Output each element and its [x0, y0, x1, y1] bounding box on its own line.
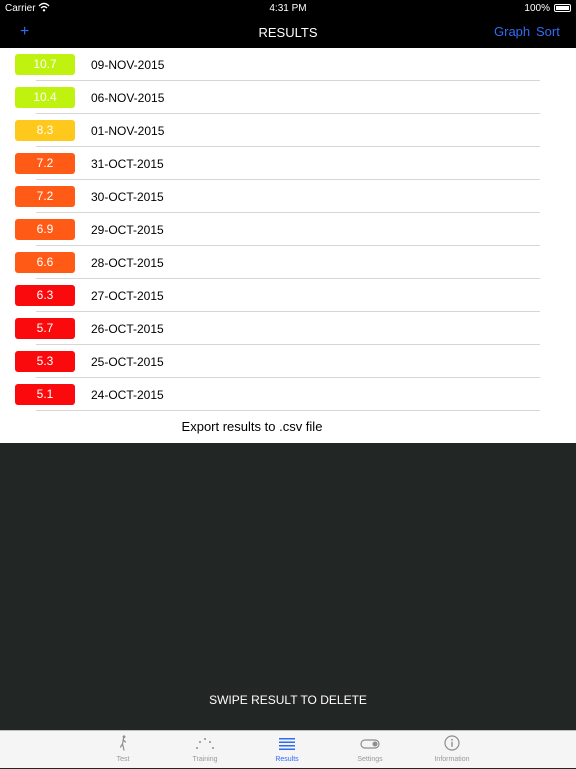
result-date: 31-OCT-2015: [91, 157, 164, 171]
graph-button[interactable]: Graph: [494, 24, 530, 39]
result-row[interactable]: 6.6 28-OCT-2015: [0, 246, 576, 279]
tab-label: Information: [434, 756, 470, 763]
tab-label: Test: [116, 756, 130, 763]
score-badge: 8.3: [15, 120, 75, 141]
battery-percent: 100%: [524, 3, 550, 14]
tab-information[interactable]: Information: [422, 731, 482, 769]
tab-results[interactable]: Results: [257, 731, 317, 769]
result-date: 24-OCT-2015: [91, 388, 164, 402]
result-row[interactable]: 5.7 26-OCT-2015: [0, 312, 576, 345]
result-date: 01-NOV-2015: [91, 124, 165, 138]
result-row[interactable]: 10.7 09-NOV-2015: [0, 48, 576, 81]
swipe-hint: SWIPE RESULT TO DELETE: [209, 693, 367, 707]
tab-test[interactable]: Test: [93, 731, 153, 769]
tab-training[interactable]: Training: [175, 731, 235, 769]
result-row[interactable]: 10.4 06-NOV-2015: [0, 81, 576, 114]
battery-icon: [554, 4, 571, 12]
result-date: 26-OCT-2015: [91, 322, 164, 336]
toggle-icon: [340, 735, 400, 751]
score-badge: 7.2: [15, 186, 75, 207]
result-date: 06-NOV-2015: [91, 91, 165, 105]
result-row[interactable]: 7.2 31-OCT-2015: [0, 147, 576, 180]
result-row[interactable]: 5.1 24-OCT-2015: [0, 378, 576, 411]
result-row[interactable]: 7.2 30-OCT-2015: [0, 180, 576, 213]
tab-bar: Test Training Results Settings Informati…: [0, 730, 576, 768]
nav-bar: + RESULTS Graph Sort: [0, 17, 576, 48]
score-badge: 10.4: [15, 87, 75, 108]
info-icon: [422, 735, 482, 751]
result-date: 09-NOV-2015: [91, 58, 165, 72]
export-csv-button[interactable]: Export results to .csv file: [0, 410, 504, 443]
dots-arc-icon: [175, 735, 235, 751]
score-badge: 6.9: [15, 219, 75, 240]
tab-label: Training: [192, 756, 218, 763]
result-row[interactable]: 5.3 25-OCT-2015: [0, 345, 576, 378]
clock: 4:31 PM: [269, 3, 307, 14]
result-date: 27-OCT-2015: [91, 289, 164, 303]
result-date: 30-OCT-2015: [91, 190, 164, 204]
score-badge: 6.3: [15, 285, 75, 306]
score-badge: 10.7: [15, 54, 75, 75]
status-bar: Carrier 4:31 PM 100%: [0, 0, 576, 17]
result-date: 25-OCT-2015: [91, 355, 164, 369]
score-badge: 5.3: [15, 351, 75, 372]
results-list: 10.7 09-NOV-2015 10.4 06-NOV-2015 8.3 01…: [0, 48, 576, 443]
result-row[interactable]: 6.9 29-OCT-2015: [0, 213, 576, 246]
tab-settings[interactable]: Settings: [340, 731, 400, 769]
result-row[interactable]: 8.3 01-NOV-2015: [0, 114, 576, 147]
result-date: 28-OCT-2015: [91, 256, 164, 270]
tab-label: Results: [275, 756, 299, 763]
result-date: 29-OCT-2015: [91, 223, 164, 237]
tab-label: Settings: [357, 756, 383, 763]
score-badge: 6.6: [15, 252, 75, 273]
list-icon: [257, 735, 317, 751]
result-row[interactable]: 6.3 27-OCT-2015: [0, 279, 576, 312]
score-badge: 7.2: [15, 153, 75, 174]
runner-icon: [93, 735, 153, 751]
sort-button[interactable]: Sort: [536, 24, 560, 39]
page-title: RESULTS: [258, 25, 318, 40]
score-badge: 5.1: [15, 384, 75, 405]
score-badge: 5.7: [15, 318, 75, 339]
